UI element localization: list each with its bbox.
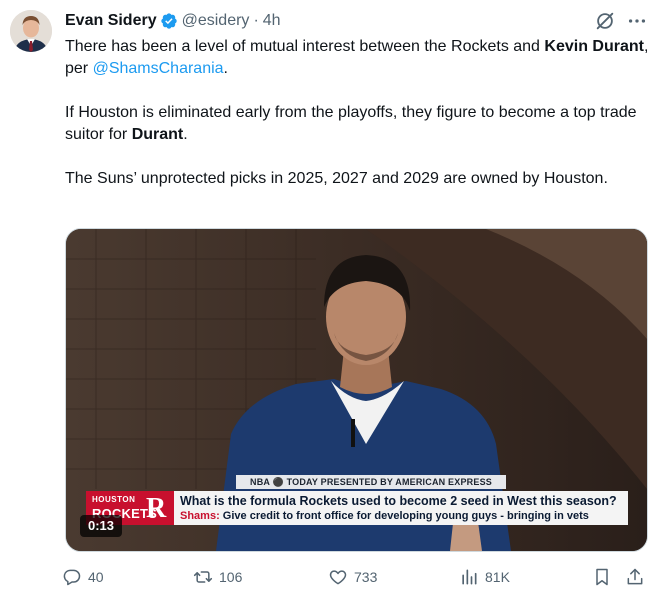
header-separator: · — [253, 12, 259, 29]
views-count: 81K — [485, 569, 510, 585]
display-name[interactable]: Evan Sidery — [65, 12, 157, 30]
bold-name: Kevin Durant — [544, 38, 644, 55]
logo-city: HOUSTON — [92, 495, 136, 504]
text-segment: There has been a level of mutual interes… — [65, 38, 545, 55]
grok-icon[interactable] — [594, 10, 616, 32]
more-icon[interactable] — [626, 10, 648, 32]
like-button[interactable]: 733 — [328, 563, 377, 591]
text-segment: . — [183, 126, 188, 143]
tweet-header: Evan Sidery @esidery · 4h — [65, 10, 281, 32]
timestamp[interactable]: 4h — [263, 12, 281, 30]
bookmark-icon — [596, 568, 608, 586]
bold-name: Durant — [131, 126, 184, 143]
logo-mark: R — [146, 493, 167, 524]
subline-quote: Give credit to front office for developi… — [219, 510, 589, 522]
video-player[interactable]: NBA ⚫ TODAY PRESENTED BY AMERICAN EXPRES… — [65, 228, 648, 552]
tweet-paragraph-1: There has been a level of mutual interes… — [65, 36, 650, 80]
verified-badge-icon — [160, 13, 177, 29]
handle[interactable]: @esidery — [182, 12, 250, 30]
avatar[interactable] — [10, 10, 52, 52]
lower-third-graphic: NBA ⚫ TODAY PRESENTED BY AMERICAN EXPRES… — [86, 475, 628, 525]
headline-box: What is the formula Rockets used to beco… — [174, 491, 628, 525]
subline-speaker: Shams: — [180, 510, 220, 522]
like-icon — [329, 570, 347, 585]
tweet-text: There has been a level of mutual interes… — [65, 36, 650, 190]
retweet-button[interactable]: 106 — [193, 563, 242, 591]
like-count: 733 — [354, 569, 378, 585]
bookmark-button[interactable] — [592, 563, 612, 591]
share-icon — [627, 568, 643, 585]
subline-text: Shams: Give credit to front office for d… — [180, 510, 589, 522]
retweet-count: 106 — [219, 569, 243, 585]
retweet-icon — [193, 571, 213, 583]
views-button[interactable]: 81K — [459, 563, 510, 591]
action-bar: 40 106 733 81K — [62, 563, 652, 591]
reply-count: 40 — [88, 569, 104, 585]
reply-button[interactable]: 40 — [62, 563, 104, 591]
tweet-paragraph-2: If Houston is eliminated early from the … — [65, 102, 650, 146]
show-banner: NBA ⚫ TODAY PRESENTED BY AMERICAN EXPRES… — [236, 475, 506, 489]
reply-icon — [63, 569, 81, 586]
mention-link[interactable]: @ShamsCharania — [93, 60, 224, 77]
share-button[interactable] — [625, 563, 645, 591]
tweet-paragraph-3: The Suns’ unprotected picks in 2025, 202… — [65, 170, 608, 187]
headline-text: What is the formula Rockets used to beco… — [180, 494, 617, 508]
text-segment: . — [223, 60, 228, 77]
views-icon — [462, 569, 477, 585]
video-duration: 0:13 — [80, 515, 123, 537]
tweet[interactable]: Evan Sidery @esidery · 4h There has been… — [0, 0, 664, 602]
